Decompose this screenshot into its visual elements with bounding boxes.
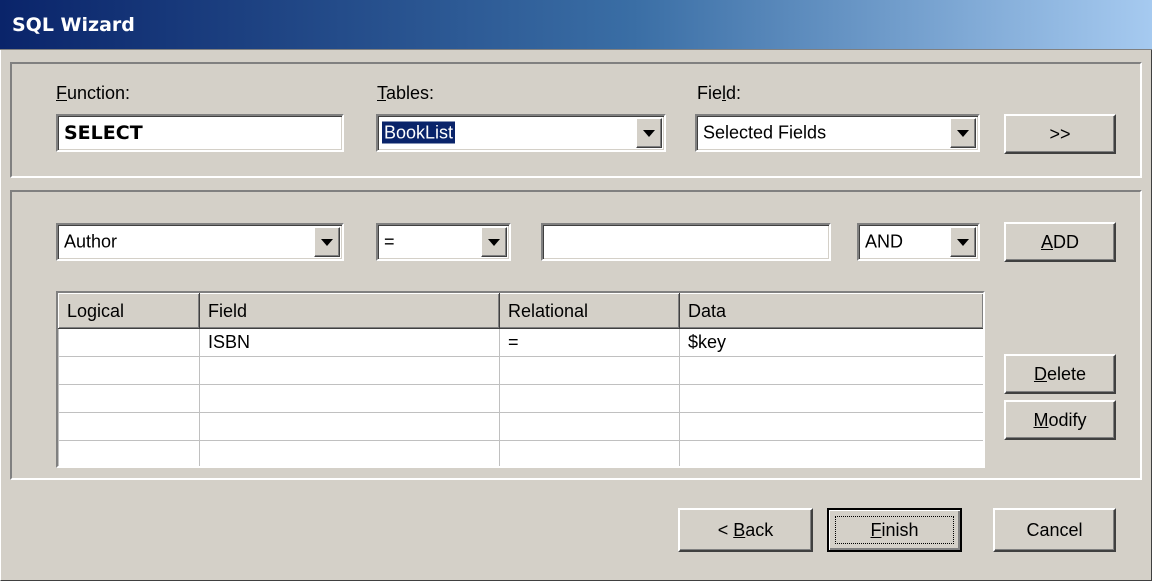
cell-logical[interactable] — [58, 328, 200, 357]
cell-field[interactable] — [199, 412, 500, 441]
cell-relational[interactable] — [499, 440, 680, 466]
chevron-down-icon — [957, 129, 969, 137]
function-value: SELECT — [64, 122, 143, 144]
table-row[interactable] — [58, 356, 983, 385]
cell-field[interactable] — [199, 384, 500, 413]
tables-dropdown[interactable]: BookList — [376, 114, 666, 152]
add-criteria-button[interactable]: ADD — [1004, 222, 1116, 262]
criteria-field-value: Author — [64, 231, 118, 252]
focus-ring — [835, 516, 954, 544]
table-row[interactable] — [58, 384, 983, 413]
chevron-down-icon — [488, 238, 500, 246]
field-label: Field: — [697, 83, 742, 103]
logical-dropdown[interactable]: AND — [857, 223, 980, 261]
cell-data[interactable] — [679, 384, 983, 413]
table-row[interactable]: ISBN = $key — [58, 328, 983, 357]
function-label: Function: — [56, 83, 131, 103]
criteria-grid[interactable]: Logical Field Relational Data ISBN = $ke… — [56, 291, 985, 468]
modify-button[interactable]: Modify — [1004, 400, 1116, 440]
title-bar[interactable]: SQL Wizard — [0, 0, 1152, 50]
field-dropdown[interactable]: Selected Fields — [695, 114, 980, 152]
column-header-logical[interactable]: Logical — [58, 293, 200, 329]
tables-value: BookList — [380, 120, 457, 145]
cell-relational[interactable] — [499, 384, 680, 413]
window-title: SQL Wizard — [12, 14, 135, 36]
criteria-field-dropdown-button[interactable] — [314, 227, 340, 257]
operator-value: = — [384, 231, 395, 252]
cell-logical[interactable] — [58, 412, 200, 441]
chevron-down-icon — [957, 238, 969, 246]
function-field[interactable]: SELECT — [56, 114, 344, 152]
cell-field[interactable]: ISBN — [199, 328, 500, 357]
operator-dropdown[interactable]: = — [376, 223, 511, 261]
operator-dropdown-button[interactable] — [481, 227, 507, 257]
logical-dropdown-button[interactable] — [950, 227, 976, 257]
cell-relational[interactable]: = — [499, 328, 680, 357]
delete-button[interactable]: Delete — [1004, 354, 1116, 394]
criteria-data-input[interactable] — [541, 223, 831, 261]
criteria-field-dropdown[interactable]: Author — [56, 223, 344, 261]
tables-label: Tables: — [377, 83, 435, 103]
field-dropdown-button[interactable] — [950, 118, 976, 148]
chevron-down-icon — [321, 238, 333, 246]
cell-data[interactable] — [679, 440, 983, 466]
chevron-down-icon — [643, 129, 655, 137]
cell-logical[interactable] — [58, 440, 200, 466]
column-header-field[interactable]: Field — [199, 293, 500, 329]
cell-relational[interactable] — [499, 412, 680, 441]
column-header-data[interactable]: Data — [679, 293, 983, 329]
finish-button[interactable]: Finish — [827, 508, 962, 552]
table-row[interactable] — [58, 412, 983, 441]
add-field-button[interactable]: >> — [1004, 114, 1116, 154]
field-value: Selected Fields — [703, 122, 827, 143]
logical-value: AND — [865, 231, 904, 252]
cell-logical[interactable] — [58, 356, 200, 385]
column-header-relational[interactable]: Relational — [499, 293, 680, 329]
cell-relational[interactable] — [499, 356, 680, 385]
criteria-table: Logical Field Relational Data ISBN = $ke… — [58, 293, 983, 466]
cancel-button[interactable]: Cancel — [993, 508, 1116, 552]
cell-data[interactable] — [679, 412, 983, 441]
cell-field[interactable] — [199, 440, 500, 466]
back-button[interactable]: < Back — [678, 508, 813, 552]
cell-field[interactable] — [199, 356, 500, 385]
cell-logical[interactable] — [58, 384, 200, 413]
cell-data[interactable] — [679, 356, 983, 385]
cell-data[interactable]: $key — [679, 328, 983, 357]
tables-dropdown-button[interactable] — [636, 118, 662, 148]
table-row[interactable] — [58, 440, 983, 466]
table-header-row: Logical Field Relational Data — [58, 293, 983, 329]
